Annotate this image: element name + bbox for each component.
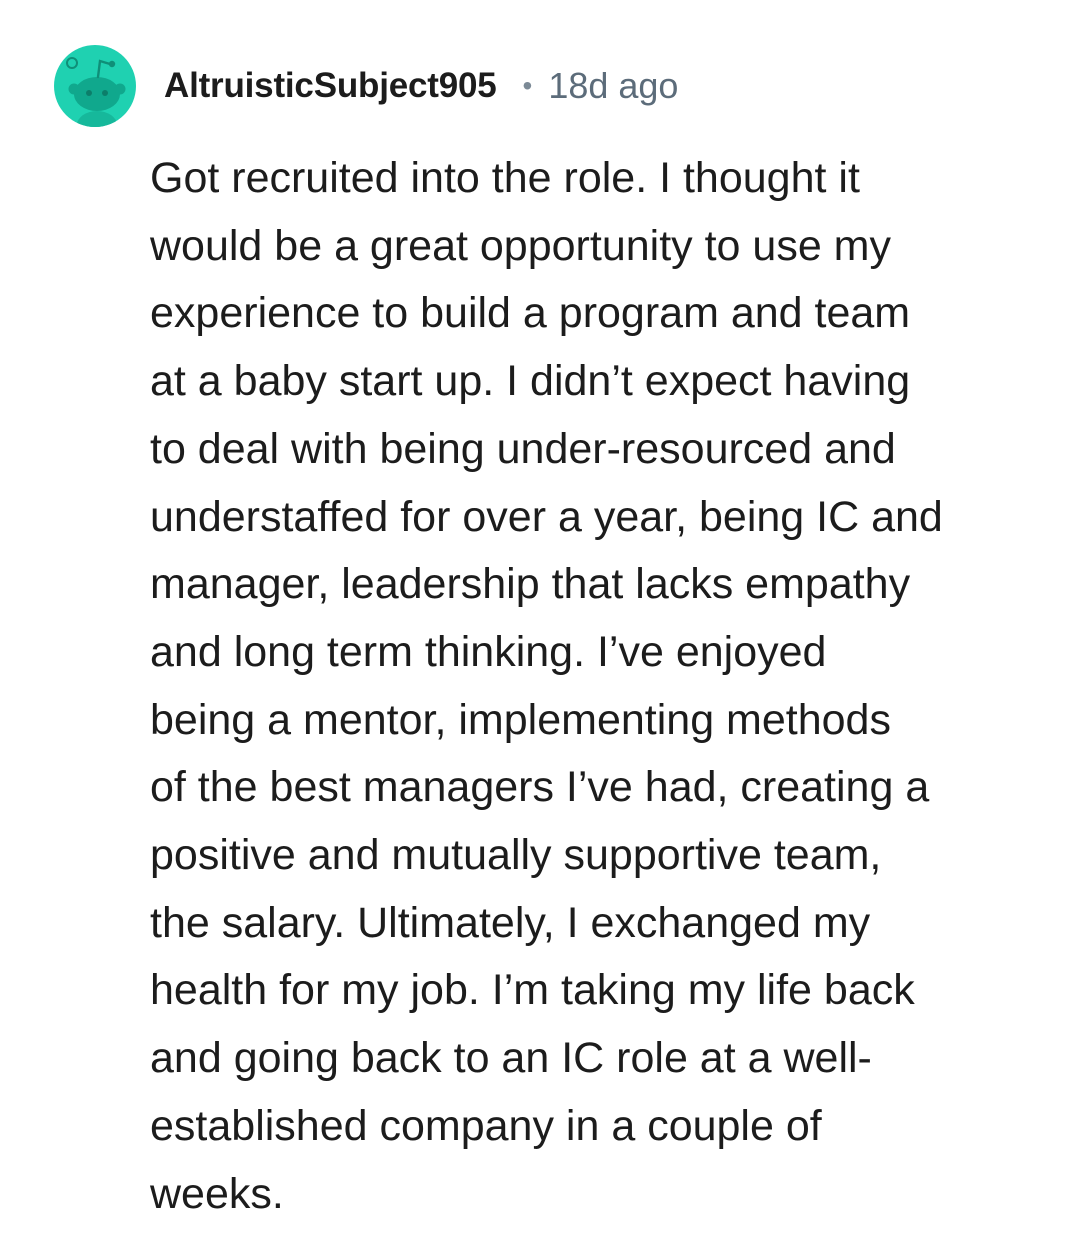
comment-body-line: and long term thinking. I’ve enjoyed xyxy=(150,627,827,676)
comment-body-line: being a mentor, implementing methods xyxy=(150,695,891,744)
comment-body-line: experience to build a program and team xyxy=(150,289,911,338)
comment-body-line: manager, leadership that lacks empathy xyxy=(150,560,911,609)
comment-header: AltruisticSubject905 • 18d ago xyxy=(54,44,678,128)
comment-body-line: and going back to an IC role at a well- xyxy=(150,1034,872,1083)
comment-body-line: Got recruited into the role. I thought i… xyxy=(150,154,860,202)
comment-body-line: to deal with being under-resourced and xyxy=(150,424,896,473)
comment-body-line: established company in a couple of xyxy=(150,1101,822,1150)
comment-body-line: would be a great opportunity to use my xyxy=(150,221,891,270)
comment-body: Got recruited into the role. I thought i… xyxy=(150,145,1050,1228)
comment: AltruisticSubject905 • 18d ago Got recru… xyxy=(0,0,1080,1237)
user-avatar-icon[interactable] xyxy=(54,45,136,127)
comment-body-line: weeks. xyxy=(150,1169,284,1218)
comment-body-line: the salary. Ultimately, I exchanged my xyxy=(150,898,871,947)
comment-body-line: health for my job. I’m taking my life ba… xyxy=(150,966,915,1015)
comment-timestamp: 18d ago xyxy=(548,65,679,106)
comment-author-link[interactable]: AltruisticSubject905 xyxy=(164,66,497,106)
comment-body-line: of the best managers I’ve had, creating … xyxy=(150,763,930,812)
comment-body-line: at a baby start up. I didn’t expect havi… xyxy=(150,357,911,406)
comment-body-line: positive and mutually supportive team, xyxy=(150,831,882,880)
comment-body-line: understaffed for over a year, being IC a… xyxy=(150,492,943,541)
meta-separator: • xyxy=(522,70,533,101)
